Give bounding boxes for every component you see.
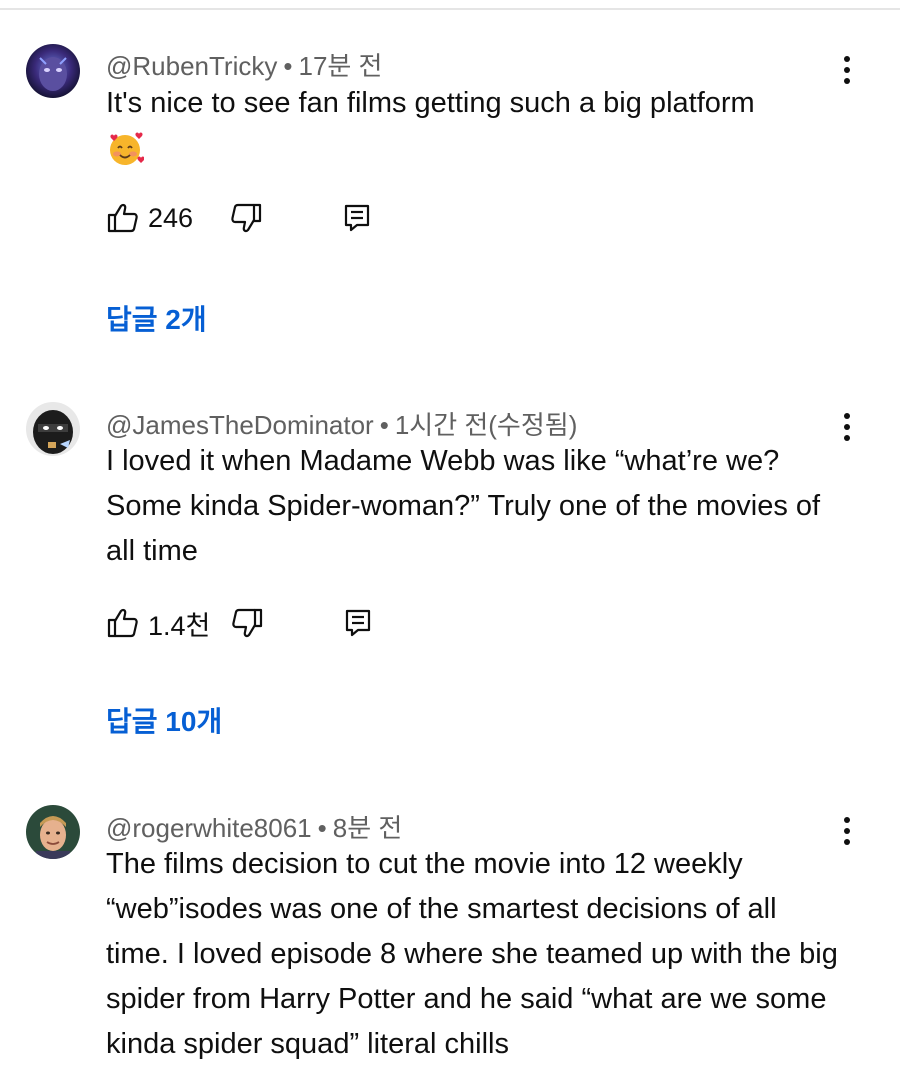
author-handle[interactable]: @rogerwhite8061 — [106, 813, 312, 843]
dislike-icon — [232, 608, 263, 638]
avatar[interactable] — [26, 805, 80, 859]
like-icon — [107, 203, 138, 233]
comment-meta: @rogerwhite8061 • 8분 전 — [106, 813, 403, 843]
more-options-icon — [844, 817, 850, 823]
more-options-icon — [844, 56, 850, 62]
reply-button[interactable] — [343, 203, 371, 233]
dislike-button[interactable] — [230, 606, 264, 640]
more-options-icon — [844, 413, 850, 419]
more-options-button[interactable] — [830, 50, 864, 90]
avatar[interactable] — [26, 44, 80, 98]
comment-actions: 1.4천 — [106, 603, 372, 643]
reply-icon — [344, 204, 370, 232]
more-options-button[interactable] — [830, 811, 864, 851]
comment-time[interactable]: 1시간 전(수정됨) — [395, 410, 578, 440]
like-count: 246 — [148, 202, 194, 233]
author-handle[interactable]: @RubenTricky — [106, 51, 277, 81]
like-button[interactable]: 1.4천 — [106, 604, 210, 643]
comment-meta: @RubenTricky • 17분 전 — [106, 51, 383, 81]
like-button[interactable]: 246 — [106, 201, 193, 235]
smiling-face-with-hearts-icon — [106, 130, 145, 168]
comment-actions: 246 — [106, 198, 371, 238]
reply-button[interactable] — [344, 608, 372, 638]
view-replies-button[interactable]: 답글 10개 — [106, 700, 222, 740]
avatar[interactable] — [26, 402, 80, 456]
comment-text: The films decision to cut the movie into… — [106, 848, 838, 1060]
author-handle[interactable]: @JamesTheDominator — [106, 410, 374, 440]
comment-time[interactable]: 8분 전 — [333, 813, 403, 843]
like-count: 1.4천 — [148, 610, 211, 641]
dislike-button[interactable] — [229, 201, 263, 235]
comment-text: It's nice to see fan films getting such … — [106, 81, 846, 182]
comment-time[interactable]: 17분 전 — [298, 51, 382, 81]
view-replies-button[interactable]: 답글 2개 — [106, 298, 207, 338]
comment-text: I loved it when Madame Webb was like “wh… — [106, 445, 821, 567]
comment-meta: @JamesTheDominator • 1시간 전(수정됨) — [106, 410, 578, 440]
dislike-icon — [231, 203, 262, 233]
more-options-button[interactable] — [830, 407, 864, 447]
like-icon — [107, 608, 138, 638]
top-divider — [0, 8, 900, 10]
reply-icon — [346, 609, 371, 637]
